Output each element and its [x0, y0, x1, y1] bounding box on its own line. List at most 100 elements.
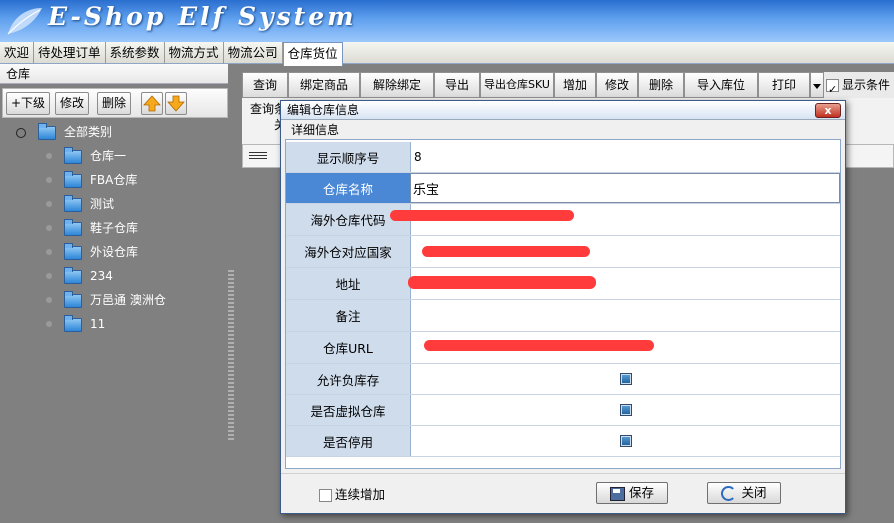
tree-item[interactable]: 234 [64, 266, 113, 286]
form-row-warehouse-url: 仓库URL [286, 332, 840, 364]
overseas-code-input[interactable] [390, 204, 840, 235]
tree-item[interactable]: FBA仓库 [64, 170, 137, 190]
tree-item-label: 234 [90, 269, 113, 283]
tab-detail-info[interactable]: 详细信息 [285, 121, 841, 139]
close-icon[interactable]: x [815, 103, 841, 118]
tree-item[interactable]: 11 [64, 314, 105, 334]
folder-icon [64, 314, 82, 332]
add-child-button[interactable]: +下级 [6, 92, 51, 115]
move-down-button[interactable] [165, 92, 187, 115]
print-button[interactable]: 打印 [758, 72, 810, 98]
bind-product-button[interactable]: 绑定商品 [288, 72, 360, 98]
tree-item-label: 万邑通 澳洲仓 [90, 293, 166, 307]
continuous-add-checkbox[interactable] [319, 489, 332, 502]
tab-welcome[interactable]: 欢迎 [0, 42, 35, 64]
edit-button[interactable]: 修改 [596, 72, 638, 98]
tree-branch-dot [46, 153, 52, 159]
remark-label: 备注 [286, 300, 411, 331]
export-button[interactable]: 导出 [434, 72, 480, 98]
tree-item-label: 鞋子仓库 [90, 221, 139, 235]
unbind-button[interactable]: 解除绑定 [360, 72, 434, 98]
redaction-mark [422, 246, 590, 257]
tree-toolbar: +下级 修改 删除 [2, 88, 228, 118]
tree-item[interactable]: 鞋子仓库 [64, 218, 138, 238]
warehouse-url-input[interactable] [412, 332, 840, 363]
folder-icon [64, 194, 82, 212]
main-tab-bar: 欢迎 待处理订单 系统参数 物流方式 物流公司 仓库货位 [0, 42, 894, 66]
warehouse-tree-panel: 仓库 +下级 修改 删除 全部类别 仓库一 FBA仓库 测试 鞋子仓库 外设仓库… [0, 64, 228, 523]
delete-button[interactable]: 删除 [638, 72, 684, 98]
show-conditions-checkbox[interactable]: ✓ [826, 79, 839, 96]
allow-negative-checkbox[interactable] [620, 373, 632, 385]
tab-warehouse-locations[interactable]: 仓库货位 [282, 42, 343, 66]
tree-branch-dot [46, 177, 52, 183]
tab-logistics-companies[interactable]: 物流公司 [224, 42, 283, 64]
form-row-is-disabled: 是否停用 [286, 426, 840, 457]
tree-root[interactable]: 全部类别 [38, 122, 112, 142]
panel-splitter[interactable] [228, 270, 234, 440]
tree-item[interactable]: 测试 [64, 194, 114, 214]
form-row-warehouse-name: 仓库名称 乐宝 [286, 173, 840, 204]
delete-category-button[interactable]: 删除 [97, 92, 132, 115]
warehouse-name-label: 仓库名称 [286, 173, 411, 203]
form-row-remark: 备注 [286, 300, 840, 332]
show-conditions-label: 显示条件 [842, 78, 891, 92]
is-virtual-label: 是否虚拟仓库 [286, 395, 411, 425]
display-order-value: 8 [412, 142, 840, 172]
is-disabled-checkbox[interactable] [620, 435, 632, 447]
tree-item[interactable]: 外设仓库 [64, 242, 138, 262]
warehouse-form: 显示顺序号 8 仓库名称 乐宝 海外仓库代码 海外仓对应国家 地址 备注 仓库U… [285, 139, 841, 469]
continuous-add-toggle[interactable]: 连续增加 [319, 484, 385, 503]
print-dropdown-button[interactable] [810, 72, 824, 98]
save-button[interactable]: 保存 [596, 482, 668, 504]
tree-item[interactable]: 仓库一 [64, 146, 126, 166]
overseas-country-label: 海外仓对应国家 [286, 236, 411, 267]
tab-system-params[interactable]: 系统参数 [106, 42, 165, 64]
allow-negative-cell [412, 364, 840, 394]
import-location-button[interactable]: 导入库位 [684, 72, 758, 98]
edit-category-button[interactable]: 修改 [55, 92, 90, 115]
dialog-title: 编辑仓库信息 [281, 101, 845, 120]
warehouse-name-input[interactable]: 乐宝 [410, 173, 840, 203]
tree-item-label: FBA仓库 [90, 173, 138, 187]
address-input[interactable] [408, 268, 840, 299]
folder-icon [38, 122, 56, 140]
redaction-mark [424, 340, 654, 351]
is-disabled-cell [412, 426, 840, 456]
show-conditions-toggle[interactable]: ✓ 显示条件 [824, 72, 890, 98]
is-disabled-label: 是否停用 [286, 426, 411, 456]
collapse-toggle-icon[interactable] [16, 128, 26, 138]
tree-branch-dot [46, 225, 52, 231]
panel-title: 仓库 [0, 64, 228, 84]
folder-icon [64, 146, 82, 164]
tree-item[interactable]: 万邑通 澳洲仓 [64, 290, 166, 310]
form-row-overseas-code: 海外仓库代码 [286, 204, 840, 236]
tree-item-label: 仓库一 [90, 149, 127, 163]
remark-input[interactable] [412, 300, 840, 331]
tab-shipping-methods[interactable]: 物流方式 [165, 42, 224, 64]
folder-icon [64, 290, 82, 308]
app-banner: E-Shop Elf System [0, 0, 894, 42]
tree-root-label: 全部类别 [64, 125, 113, 139]
tree-item-label: 外设仓库 [90, 245, 139, 259]
continuous-add-label: 连续增加 [335, 487, 386, 502]
folder-icon [64, 218, 82, 236]
display-order-text: 8 [414, 150, 422, 164]
move-up-button[interactable] [141, 92, 163, 115]
leaf-logo-icon [7, 8, 42, 35]
is-virtual-checkbox[interactable] [620, 404, 632, 416]
add-button[interactable]: 增加 [554, 72, 596, 98]
export-sku-button[interactable]: 导出仓库SKU [480, 72, 554, 98]
tab-pending-orders[interactable]: 待处理订单 [34, 42, 106, 64]
folder-icon [64, 242, 82, 260]
query-button[interactable]: 查询 [242, 72, 288, 98]
tree-branch-dot [46, 249, 52, 255]
arrow-down-icon [167, 95, 185, 112]
overseas-country-input[interactable] [412, 236, 840, 267]
column-menu-icon[interactable] [249, 152, 267, 161]
close-button[interactable]: 关闭 [707, 482, 781, 504]
form-row-allow-negative: 允许负库存 [286, 364, 840, 395]
tree-branch-dot [46, 297, 52, 303]
main-toolbar: 查询 绑定商品 解除绑定 导出 导出仓库SKU 增加 修改 删除 导入库位 打印… [242, 72, 894, 98]
tree-branch-dot [46, 201, 52, 207]
